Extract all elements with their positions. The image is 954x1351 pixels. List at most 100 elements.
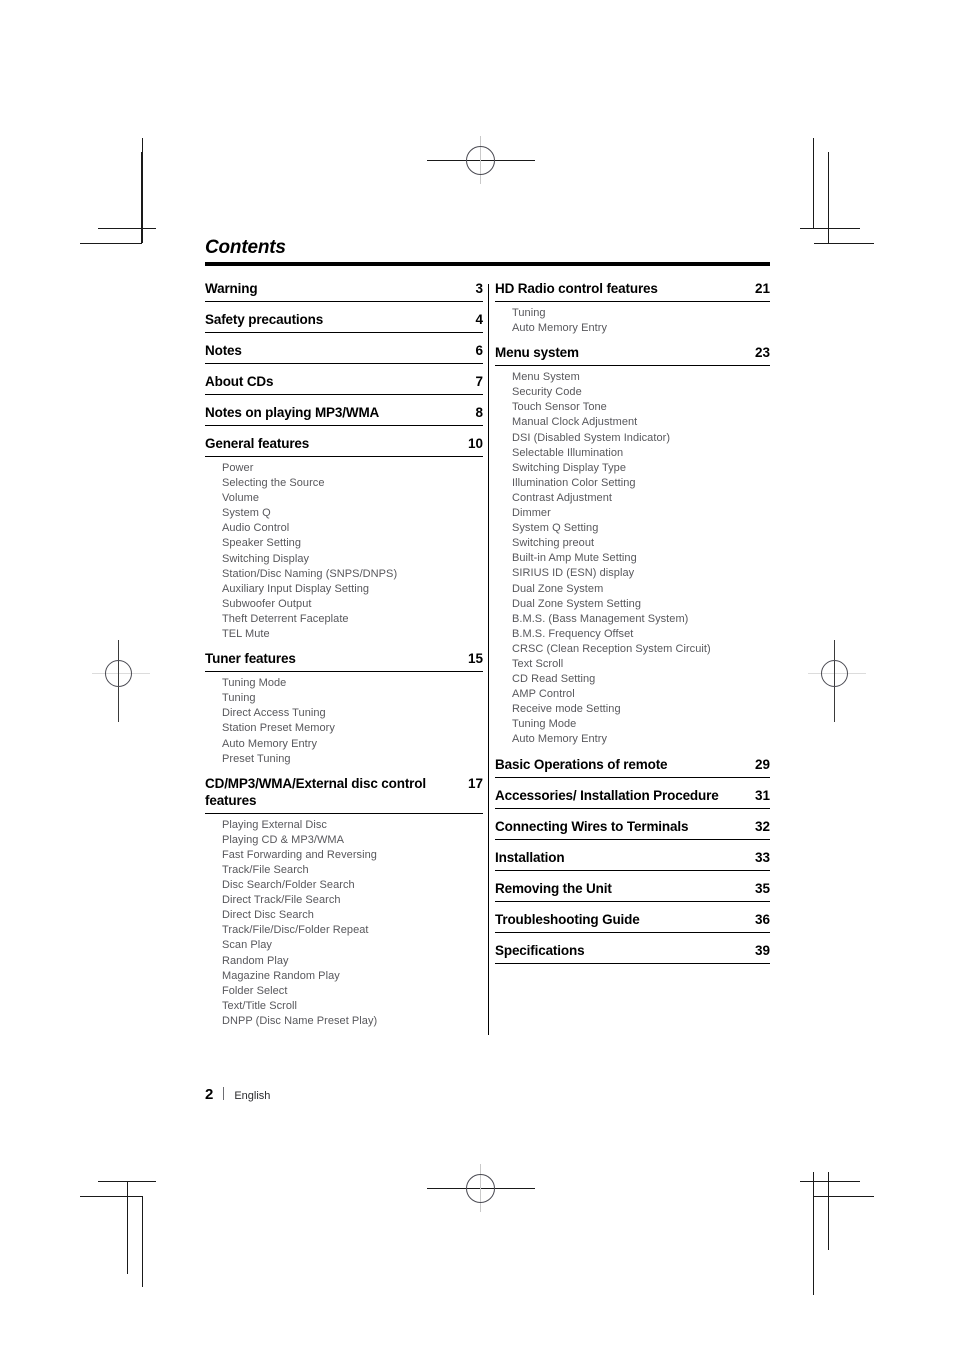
toc-subitem[interactable]: Folder Select	[222, 984, 483, 999]
toc-entry-gap	[205, 364, 483, 373]
toc-entry-heading[interactable]: Warning 3	[205, 280, 483, 301]
toc-subitem[interactable]: Disc Search/Folder Search	[222, 878, 483, 893]
toc-subitem[interactable]: B.M.S. Frequency Offset	[512, 627, 770, 642]
toc-subitem[interactable]: SIRIUS ID (ESN) display	[512, 566, 770, 581]
toc-subitem[interactable]: Tuning Mode	[222, 676, 483, 691]
toc-entry[interactable]: Installation 33	[495, 849, 770, 880]
toc-entry[interactable]: HD Radio control features 21 Tuning Auto Me…	[495, 280, 770, 344]
toc-subitem-list: Tuning Mode Tuning Direct Access Tuning Sta…	[205, 672, 483, 767]
toc-subitem[interactable]: Tuning Mode	[512, 717, 770, 732]
toc-entry[interactable]: Removing the Unit 35	[495, 880, 770, 911]
toc-entry[interactable]: Menu system 23 Menu System Security Code Tou…	[495, 344, 770, 755]
toc-subitem[interactable]: Auxiliary Input Display Setting	[222, 582, 483, 597]
toc-entry[interactable]: Basic Operations of remote 29	[495, 756, 770, 787]
toc-subitem[interactable]: Direct Access Tuning	[222, 706, 483, 721]
toc-entry-heading[interactable]: Notes on playing MP3/WMA 8	[205, 404, 483, 425]
toc-subitem[interactable]: Power	[222, 461, 483, 476]
toc-entry[interactable]: Notes 6	[205, 342, 483, 373]
toc-entry[interactable]: Warning 3	[205, 280, 483, 311]
toc-entry-heading[interactable]: HD Radio control features 21	[495, 280, 770, 301]
toc-entry-heading[interactable]: Accessories/ Installation Procedure 31	[495, 787, 770, 808]
toc-subitem[interactable]: Direct Track/File Search	[222, 893, 483, 908]
toc-subitem[interactable]: CD Read Setting	[512, 672, 770, 687]
toc-subitem[interactable]: Station/Disc Naming (SNPS/DNPS)	[222, 567, 483, 582]
toc-subitem[interactable]: AMP Control	[512, 687, 770, 702]
toc-entry[interactable]: Troubleshooting Guide 36	[495, 911, 770, 942]
toc-subitem[interactable]: Auto Memory Entry	[222, 737, 483, 752]
toc-subitem[interactable]: Speaker Setting	[222, 536, 483, 551]
toc-subitem[interactable]: Tuning	[222, 691, 483, 706]
toc-entry-heading[interactable]: Safety precautions 4	[205, 311, 483, 332]
toc-subitem[interactable]: Built-in Amp Mute Setting	[512, 551, 770, 566]
toc-entry-title: Tuner features	[205, 651, 296, 667]
footer-language: English	[234, 1090, 271, 1102]
toc-subitem[interactable]: Selecting the Source	[222, 476, 483, 491]
toc-entry-heading[interactable]: Troubleshooting Guide 36	[495, 911, 770, 932]
toc-entry-heading[interactable]: Installation 33	[495, 849, 770, 870]
toc-subitem[interactable]: Track/File Search	[222, 863, 483, 878]
toc-subitem[interactable]: B.M.S. (Bass Management System)	[512, 612, 770, 627]
toc-subitem[interactable]: Switching Display Type	[512, 461, 770, 476]
toc-subitem[interactable]: Selectable Illumination	[512, 446, 770, 461]
toc-entry[interactable]: CD/MP3/WMA/External disc control feature…	[205, 775, 483, 1037]
toc-subitem[interactable]: TEL Mute	[222, 627, 483, 642]
toc-subitem[interactable]: Playing CD & MP3/WMA	[222, 833, 483, 848]
toc-subitem[interactable]: Dimmer	[512, 506, 770, 521]
toc-entry-heading[interactable]: Connecting Wires to Terminals 32	[495, 818, 770, 839]
toc-subitem[interactable]: Manual Clock Adjustment	[512, 415, 770, 430]
toc-entry-heading[interactable]: Notes 6	[205, 342, 483, 363]
toc-entry[interactable]: General features 10 Power Selecting the Sou…	[205, 435, 483, 650]
toc-entry-page-number: 8	[475, 405, 483, 420]
toc-subitem[interactable]: Subwoofer Output	[222, 597, 483, 612]
toc-entry[interactable]: Tuner features 15 Tuning Mode Tuning Direct …	[205, 650, 483, 775]
toc-entry-heading[interactable]: About CDs 7	[205, 373, 483, 394]
toc-subitem[interactable]: Switching preout	[512, 536, 770, 551]
toc-subitem[interactable]: CRSC (Clean Reception System Circuit)	[512, 642, 770, 657]
toc-entry-heading[interactable]: Basic Operations of remote 29	[495, 756, 770, 777]
toc-entry[interactable]: About CDs 7	[205, 373, 483, 404]
toc-entry-heading[interactable]: Menu system 23	[495, 344, 770, 365]
toc-entry[interactable]: Specifications 39	[495, 942, 770, 973]
toc-entry-page-number: 31	[754, 787, 770, 803]
toc-subitem[interactable]: System Q Setting	[512, 521, 770, 536]
toc-subitem[interactable]: Magazine Random Play	[222, 969, 483, 984]
toc-subitem[interactable]: DNPP (Disc Name Preset Play)	[222, 1014, 483, 1029]
toc-subitem[interactable]: Text/Title Scroll	[222, 999, 483, 1014]
toc-subitem[interactable]: Touch Sensor Tone	[512, 400, 770, 415]
toc-subitem[interactable]: System Q	[222, 506, 483, 521]
toc-subitem[interactable]: Auto Memory Entry	[512, 732, 770, 747]
toc-subitem-list: Tuning Auto Memory Entry	[495, 302, 770, 336]
toc-subitem[interactable]: Security Code	[512, 385, 770, 400]
toc-subitem[interactable]: Tuning	[512, 306, 770, 321]
toc-subitem[interactable]: Random Play	[222, 954, 483, 969]
toc-subitem[interactable]: Illumination Color Setting	[512, 476, 770, 491]
toc-subitem[interactable]: Auto Memory Entry	[512, 321, 770, 336]
toc-entry-heading[interactable]: Tuner features 15	[205, 650, 483, 671]
toc-subitem[interactable]: Fast Forwarding and Reversing	[222, 848, 483, 863]
toc-subitem[interactable]: Station Preset Memory	[222, 721, 483, 736]
toc-subitem[interactable]: Text Scroll	[512, 657, 770, 672]
toc-subitem[interactable]: Menu System	[512, 370, 770, 385]
toc-entry[interactable]: Notes on playing MP3/WMA 8	[205, 404, 483, 435]
toc-entry-heading[interactable]: CD/MP3/WMA/External disc control feature…	[205, 775, 483, 813]
toc-subitem[interactable]: Switching Display	[222, 552, 483, 567]
toc-subitem[interactable]: Dual Zone System Setting	[512, 597, 770, 612]
toc-subitem[interactable]: Playing External Disc	[222, 818, 483, 833]
toc-entry[interactable]: Connecting Wires to Terminals 32	[495, 818, 770, 849]
toc-entry[interactable]: Safety precautions 4	[205, 311, 483, 342]
toc-entry[interactable]: Accessories/ Installation Procedure 31	[495, 787, 770, 818]
toc-subitem[interactable]: Track/File/Disc/Folder Repeat	[222, 923, 483, 938]
toc-subitem[interactable]: Theft Deterrent Faceplate	[222, 612, 483, 627]
toc-entry-heading[interactable]: General features 10	[205, 435, 483, 456]
toc-subitem[interactable]: Preset Tuning	[222, 752, 483, 767]
toc-subitem[interactable]: Direct Disc Search	[222, 908, 483, 923]
toc-subitem[interactable]: DSI (Disabled System Indicator)	[512, 431, 770, 446]
toc-subitem[interactable]: Dual Zone System	[512, 582, 770, 597]
toc-subitem[interactable]: Audio Control	[222, 521, 483, 536]
toc-entry-heading[interactable]: Specifications 39	[495, 942, 770, 963]
toc-subitem[interactable]: Contrast Adjustment	[512, 491, 770, 506]
toc-subitem[interactable]: Volume	[222, 491, 483, 506]
toc-subitem[interactable]: Scan Play	[222, 938, 483, 953]
toc-subitem[interactable]: Receive mode Setting	[512, 702, 770, 717]
toc-entry-heading[interactable]: Removing the Unit 35	[495, 880, 770, 901]
